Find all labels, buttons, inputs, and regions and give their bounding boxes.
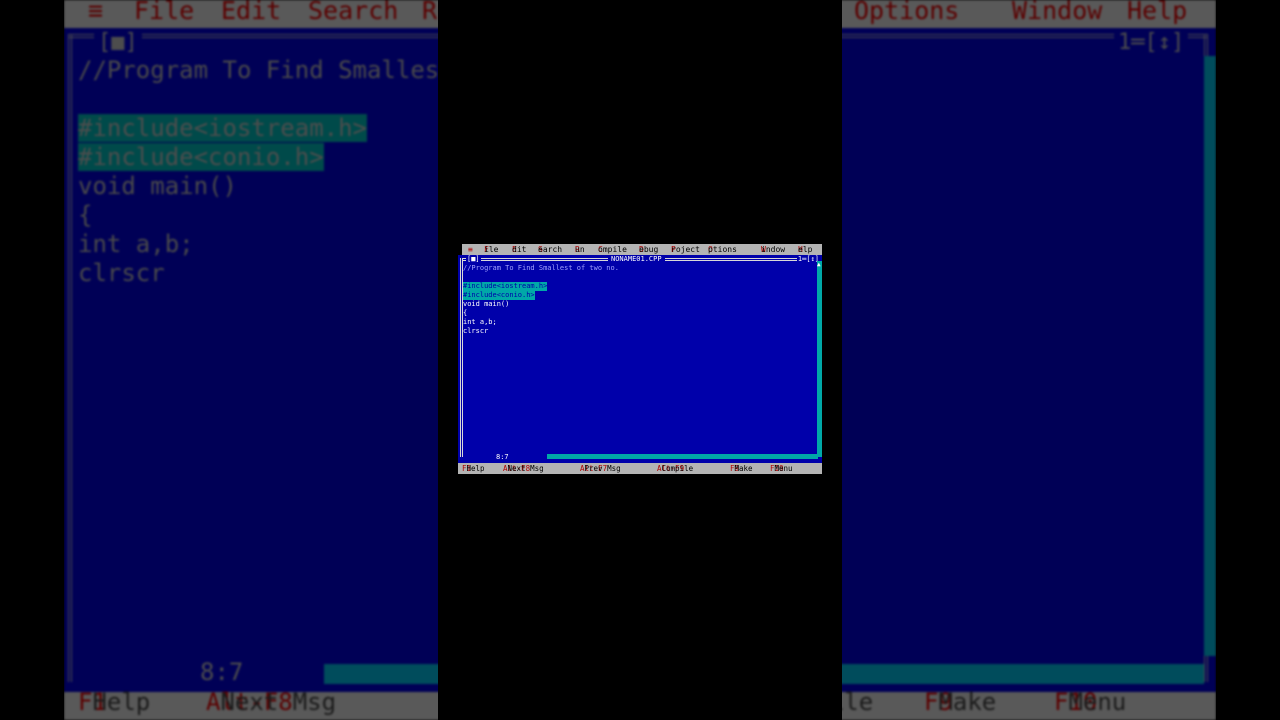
- vertical-scrollbar[interactable]: ▲: [817, 261, 822, 457]
- bg-hscroll: [842, 664, 1204, 684]
- status-make[interactable]: F9 Make: [730, 463, 753, 474]
- bg-editor: 1═[↕]: [842, 28, 1216, 692]
- bg-code-line: //Program To Find Smallest of two no.: [78, 56, 438, 84]
- background-zoom-right: Options Window Help 1═[↕] Compile F9 Mak…: [842, 0, 1216, 720]
- bg-code-line: #include<iostream.h>: [78, 114, 367, 142]
- bg-vscroll: [1204, 56, 1216, 656]
- bg-code-line: int a,b;: [78, 230, 194, 258]
- bg-cursor-position: 8:7: [194, 658, 250, 686]
- bg-editor: [■] //Program To Find Smallest of two no…: [64, 28, 438, 692]
- code-line[interactable]: clrscr: [463, 327, 488, 336]
- bg-window-controls: 1═[↕]: [1114, 30, 1189, 55]
- status-menu[interactable]: F10 Menu: [770, 463, 793, 474]
- turbo-cpp-ide: ≡ File Edit Search Run Compile Debug Pro…: [458, 244, 822, 474]
- code-line[interactable]: void main(): [463, 300, 509, 309]
- bg-code-line: void main(): [78, 172, 237, 200]
- background-zoom-left: ≡ File Edit Search Run [■] //Program To …: [64, 0, 438, 720]
- window-title: NONAME01.CPP: [608, 255, 665, 263]
- bg-statusbar: Compile F9 Make F10 Menu: [842, 688, 1216, 720]
- code-line-comment[interactable]: //Program To Find Smallest of two no.: [463, 264, 619, 273]
- bg-code-line: {: [78, 201, 93, 229]
- bg-statusbar: F1 Help Alt-F8 Next Msg: [64, 688, 438, 720]
- editor-window[interactable]: [■] NONAME01.CPP 1═[↕] //Program To Find…: [458, 255, 822, 463]
- status-next-msg[interactable]: Alt-F8 Next Msg: [503, 463, 544, 474]
- code-line[interactable]: {: [463, 309, 467, 318]
- menubar: ≡ File Edit Search Run Compile Debug Pro…: [462, 244, 822, 255]
- bg-menubar: Options Window Help: [842, 0, 1216, 28]
- horizontal-scrollbar[interactable]: [540, 454, 818, 459]
- horizontal-scroll-thumb[interactable]: [540, 454, 547, 459]
- code-line-selected[interactable]: #include<iostream.h>: [463, 282, 548, 291]
- code-line[interactable]: int a,b;: [463, 318, 497, 327]
- close-box-icon[interactable]: [■]: [466, 255, 481, 263]
- bg-menubar: ≡ File Edit Search Run: [64, 0, 438, 28]
- statusbar: F1 Help Alt-F8 Next Msg Alt-F7 Prev Msg …: [458, 463, 822, 474]
- status-help[interactable]: F1 Help: [462, 463, 485, 474]
- cursor-position: 8:7: [494, 453, 511, 461]
- bg-code-line: #include<conio.h>: [78, 143, 324, 171]
- status-compile[interactable]: Alt-F9 Compile: [657, 463, 693, 474]
- status-prev-msg[interactable]: Alt-F7 Prev Msg: [580, 463, 621, 474]
- scroll-up-arrow-icon[interactable]: ▲: [817, 261, 822, 269]
- bg-code-line: clrscr: [78, 259, 165, 287]
- bg-hscroll: [324, 664, 438, 684]
- code-line-selected[interactable]: #include<conio.h>: [463, 291, 535, 300]
- bg-close-box: [■]: [94, 30, 142, 55]
